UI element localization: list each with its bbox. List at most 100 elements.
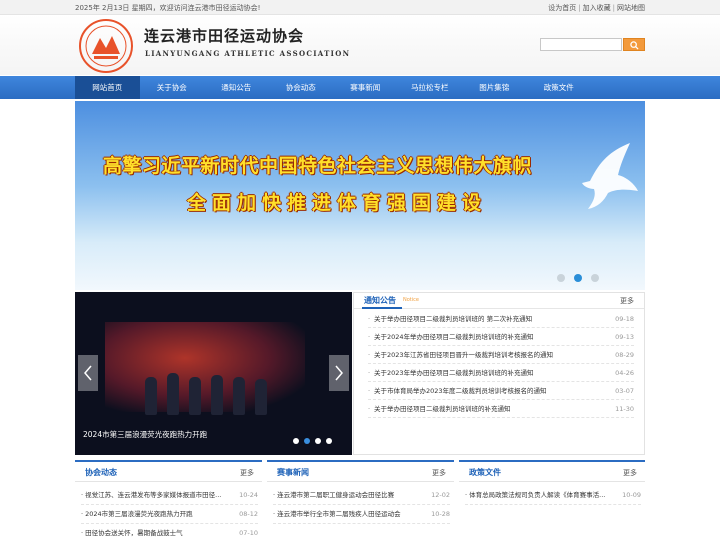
list-item-date: 10-09 [622,491,641,499]
slider-prev-button[interactable] [78,355,98,391]
list-item[interactable]: · 视觉江苏、连云港发布等多家媒体报道市田径... 10-24 [81,486,258,505]
top-links: 设为首页 | 加入收藏 | 网站地图 [548,3,645,13]
nav-item-home[interactable]: 网站首页 [75,76,140,99]
notice-item[interactable]: 关于2023年江苏省田径项目晋升一级裁判培训考核报名的通知 08-29 [368,346,634,364]
list-item-title[interactable]: · 视觉江苏、连云港发布等多家媒体报道市田径... [81,486,231,505]
photo-figure [211,375,223,415]
policy-more-link[interactable]: 更多 [623,468,637,478]
list-item-title[interactable]: · 田径协会送关怀，暑期备战鼓士气 [81,524,231,540]
notice-item-title[interactable]: 关于2023年举办田径项目二级裁判员培训班的补充通知 [368,364,534,382]
notice-panel: 通知公告 Notice 更多 关于举办田径项目二级裁判员培训班的 第二次补充通知… [353,292,645,455]
notice-subtitle: Notice [403,297,419,303]
set-homepage-link[interactable]: 设为首页 [548,4,576,12]
list-item-date: 07-10 [239,529,258,537]
slider-pagination [293,438,332,444]
notice-item-date: 11-30 [615,405,634,413]
list-item-title[interactable]: · 体育总局政策法规司负责人解读《体育赛事活... [465,486,615,505]
notice-item[interactable]: 关于2024年举办田径项目二级裁判员培训班的补充通知 09-13 [368,328,634,346]
notice-item-date: 09-13 [615,333,634,341]
search-button[interactable] [623,38,645,51]
banner-slogan-2: 全面加快推进体育强国建设 [187,192,488,214]
notice-item[interactable]: 关于市体育局举办2023年度二级裁判员培训考核报名的通知 03-07 [368,382,634,400]
notice-item-title[interactable]: 关于2023年江苏省田径项目晋升一级裁判培训考核报名的通知 [368,346,553,364]
list-item[interactable]: · 2024市第三届浪漫荧光夜跑热力开跑 08-12 [81,505,258,524]
banner-dot-active[interactable] [574,274,582,282]
slider-dot[interactable] [326,438,332,444]
slider-dot-active[interactable] [304,438,310,444]
notice-item[interactable]: 关于2023年举办田径项目二级裁判员培训班的补充通知 04-26 [368,364,634,382]
policy-list: · 体育总局政策法规司负责人解读《体育赛事活... 10-09 [465,486,641,505]
slider-caption[interactable]: 2024市第三届浪漫荧光夜跑热力开跑 [83,429,207,440]
list-item-title[interactable]: · 连云港市第二届职工健身运动会田径比赛 [273,486,423,505]
heading-underline [362,307,402,309]
events-panel-title: 赛事新闻 [277,468,309,477]
photo-figure [167,373,179,415]
nav-item-notices[interactable]: 通知公告 [204,76,269,99]
events-panel: 赛事新闻 更多 · 连云港市第二届职工健身运动会田径比赛 12-02 · 连云港市… [267,460,454,540]
nav-item-marathon[interactable]: 马拉松专栏 [398,76,463,99]
association-logo[interactable] [78,18,134,74]
photo-slider[interactable]: 2024市第三届浪漫荧光夜跑热力开跑 [75,292,352,455]
header: 连云港市田径运动协会 LIANYUNGANG ATHLETIC ASSOCIAT… [0,15,720,75]
banner-dot[interactable] [591,274,599,282]
notice-item-date: 04-26 [615,369,634,377]
search-input[interactable] [540,38,622,51]
list-item-date: 12-02 [431,491,450,499]
list-item[interactable]: · 连云港市举行全市第二届残疾人田径运动会 10-28 [273,505,450,524]
events-more-link[interactable]: 更多 [432,468,446,478]
photo-figure [255,379,267,415]
nav-item-policy[interactable]: 政策文件 [527,76,592,99]
slider-next-button[interactable] [329,355,349,391]
news-panel-title: 协会动态 [85,468,117,477]
search-icon [630,41,639,50]
dove-icon [582,143,638,209]
notice-item-title[interactable]: 关于举办田径项目二级裁判员培训班的 第二次补充通知 [368,310,532,328]
photo-figure [233,377,245,415]
list-item-title[interactable]: · 2024市第三届浪漫荧光夜跑热力开跑 [81,505,231,524]
photo-figure [189,377,201,415]
slider-dot[interactable] [315,438,321,444]
main-nav: 网站首页 关于协会 通知公告 协会动态 赛事新闻 马拉松专栏 图片集锦 政策文件 [0,76,720,99]
notice-item-date: 08-29 [615,351,634,359]
notice-item-date: 09-18 [615,315,634,323]
notice-list: 关于举办田径项目二级裁判员培训班的 第二次补充通知 09-18 关于2024年举办… [368,310,634,418]
banner-slogan-1: 高擎习近平新时代中国特色社会主义思想伟大旗帜 [103,155,533,177]
notice-more-link[interactable]: 更多 [620,296,634,306]
list-item-date: 10-24 [239,491,258,499]
policy-panel: 政策文件 更多 · 体育总局政策法规司负责人解读《体育赛事活... 10-09 [459,460,645,540]
notice-item-title[interactable]: 关于市体育局举办2023年度二级裁判员培训考核报名的通知 [368,382,547,400]
banner-dot[interactable] [557,274,565,282]
banner-pagination [557,274,599,282]
nav-item-gallery[interactable]: 图片集锦 [462,76,527,99]
news-panel: 协会动态 更多 · 视觉江苏、连云港发布等多家媒体报道市田径... 10-24 ·… [75,460,262,540]
slider-dot[interactable] [293,438,299,444]
list-item-date: 10-28 [431,510,450,518]
news-list: · 视觉江苏、连云港发布等多家媒体报道市田径... 10-24 · 2024市第三… [81,486,258,540]
notice-item[interactable]: 关于举办田径项目二级裁判员培训班的补充通知 11-30 [368,400,634,418]
chevron-left-icon [84,365,92,381]
nav-item-news[interactable]: 协会动态 [269,76,334,99]
news-more-link[interactable]: 更多 [240,468,254,478]
nav-item-about[interactable]: 关于协会 [140,76,205,99]
hero-banner[interactable]: 高擎习近平新时代中国特色社会主义思想伟大旗帜 全面加快推进体育强国建设 [75,101,645,290]
events-list: · 连云港市第二届职工健身运动会田径比赛 12-02 · 连云港市举行全市第二届残… [273,486,450,524]
nav-item-events[interactable]: 赛事新闻 [333,76,398,99]
photo-figure [145,377,157,415]
add-favorite-link[interactable]: 加入收藏 [583,4,611,12]
top-bar: 2025年 2月13日 星期四，欢迎访问连云港市田径运动协会! 设为首页 | 加入收… [0,0,720,15]
policy-panel-title: 政策文件 [469,468,501,477]
list-item[interactable]: · 田径协会送关怀，暑期备战鼓士气 07-10 [81,524,258,540]
event-photo [105,322,305,412]
sitemap-link[interactable]: 网站地图 [617,4,645,12]
site-title: 连云港市田径运动协会 [144,27,305,45]
list-item-date: 08-12 [239,510,258,518]
list-item[interactable]: · 连云港市第二届职工健身运动会田径比赛 12-02 [273,486,450,505]
notice-item[interactable]: 关于举办田径项目二级裁判员培训班的 第二次补充通知 09-18 [368,310,634,328]
chevron-right-icon [335,365,343,381]
notice-item-date: 03-07 [615,387,634,395]
list-item[interactable]: · 体育总局政策法规司负责人解读《体育赛事活... 10-09 [465,486,641,505]
notice-item-title[interactable]: 关于2024年举办田径项目二级裁判员培训班的补充通知 [368,328,534,346]
list-item-title[interactable]: · 连云港市举行全市第二届残疾人田径运动会 [273,505,423,524]
notice-item-title[interactable]: 关于举办田径项目二级裁判员培训班的补充通知 [368,400,510,418]
site-subtitle: LIANYUNGANG ATHLETIC ASSOCIATION [145,49,351,58]
